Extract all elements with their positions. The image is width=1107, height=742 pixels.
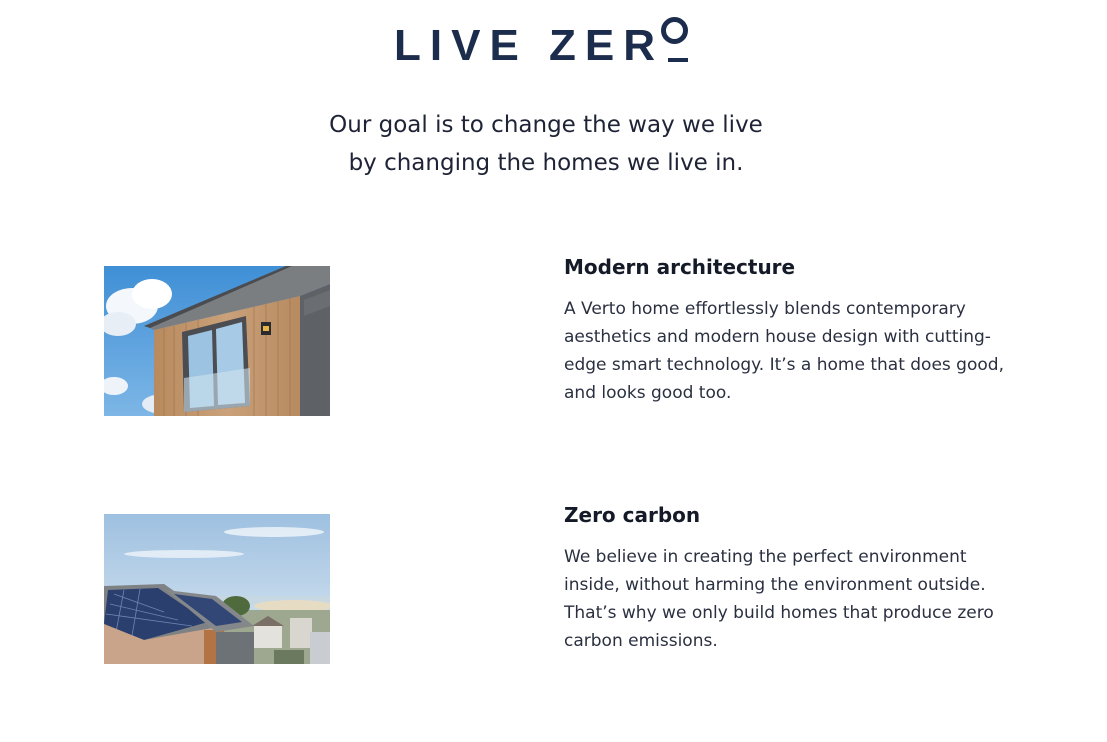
live-zero-logo[interactable]: LIVE ZER — [0, 14, 1107, 74]
feature-description: We believe in creating the perfect envir… — [564, 547, 994, 651]
feature-description: A Verto home effortlessly blends contemp… — [564, 299, 1004, 403]
feature-zero-carbon: Zero carbon We believe in creating the p… — [564, 501, 1004, 655]
feature-title: Modern architecture — [564, 255, 796, 279]
feature-modern-architecture: Modern architecture A Verto home effortl… — [564, 253, 1004, 407]
feature-title: Zero carbon — [564, 503, 701, 527]
logo-wordmark: LIVE ZER — [394, 21, 665, 70]
logo-underline-icon — [668, 58, 688, 62]
modern-architecture-image — [104, 266, 330, 416]
hero-tagline: Our goal is to change the way we live by… — [0, 106, 1092, 182]
logo-zero-circle-icon — [661, 17, 688, 44]
tagline-line-2: by changing the homes we live in. — [348, 150, 744, 176]
zero-carbon-image — [104, 514, 330, 664]
tagline-line-1: Our goal is to change the way we live — [329, 112, 763, 138]
